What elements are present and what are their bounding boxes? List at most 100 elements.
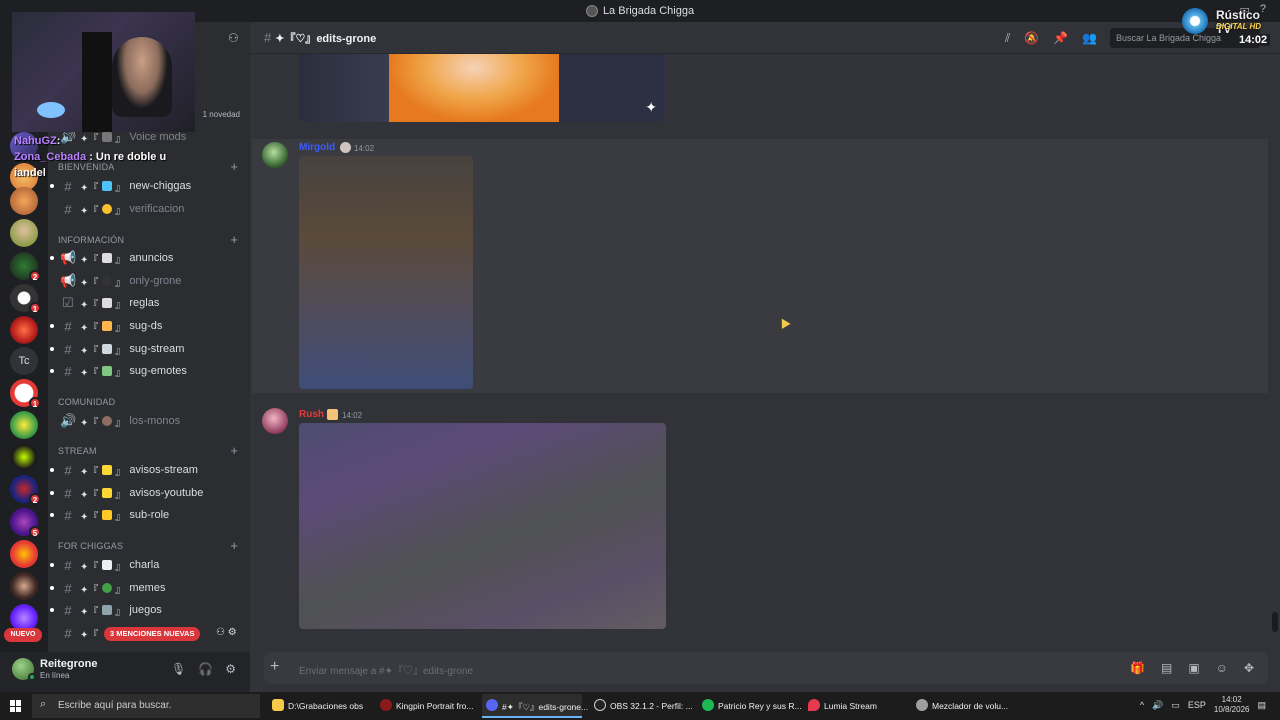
invite-icon[interactable]: ⚇: [216, 627, 225, 638]
scrollbar-thumb[interactable]: [1272, 612, 1278, 632]
add-channel-plus-icon[interactable]: +: [230, 538, 238, 553]
megaphone-icon: 📢: [60, 273, 77, 288]
server-item[interactable]: [10, 443, 38, 471]
channel-sub-role[interactable]: # ✦『 』 sub-role: [50, 505, 246, 525]
video-embed[interactable]: ✦: [299, 54, 665, 122]
gif-icon[interactable]: ▤: [1161, 661, 1172, 675]
network-icon[interactable]: ▭: [1171, 700, 1180, 711]
user-name[interactable]: Reitegrone: [40, 658, 97, 670]
channel-only-grone[interactable]: 📢 ✦『 』 only-grone: [56, 271, 246, 291]
logo-time: 14:02: [1236, 34, 1271, 46]
apps-icon[interactable]: ✥: [1244, 661, 1254, 675]
add-channel-plus-icon[interactable]: +: [230, 232, 238, 247]
category-for-chiggas[interactable]: FOR CHIGGAS: [58, 541, 123, 551]
server-item[interactable]: 2: [10, 252, 41, 282]
unread-dot: [50, 608, 54, 612]
taskbar-item-explorer[interactable]: D:\Grabaciones obs: [268, 694, 363, 718]
taskbar-item-label: OBS 32.1.2 - Perfil: ...: [610, 701, 693, 711]
category-comunidad[interactable]: COMUNIDAD: [58, 397, 115, 407]
sticker-icon[interactable]: ▣: [1188, 661, 1199, 675]
server-item-tc[interactable]: Tc: [10, 347, 38, 375]
channel-sug-ds[interactable]: # ✦『 』 sug-ds: [50, 316, 246, 336]
channel-verificacion[interactable]: # ✦『 』 verificacion: [56, 199, 246, 219]
message-image[interactable]: [299, 423, 666, 629]
chevron-up-icon[interactable]: ^: [1140, 700, 1144, 710]
add-attachment-icon[interactable]: +: [270, 658, 279, 676]
member-list-icon[interactable]: 👥: [1082, 31, 1097, 46]
taskbar-item-mixer[interactable]: Mezclador de volu...: [912, 694, 1008, 718]
channel-label: sug-ds: [129, 320, 163, 332]
server-item[interactable]: [10, 187, 38, 215]
message-image[interactable]: [299, 156, 473, 389]
language-indicator[interactable]: ESP: [1188, 700, 1206, 710]
notifications-icon[interactable]: ▤: [1257, 700, 1266, 711]
server-item[interactable]: [10, 572, 38, 600]
spotify-icon: [702, 699, 714, 711]
server-item[interactable]: 2: [10, 475, 41, 505]
channel-label: juegos: [129, 604, 162, 616]
channel-emoji-icon: [102, 344, 113, 354]
headphones-icon[interactable]: 🎧: [198, 662, 213, 676]
server-icon: [585, 5, 598, 17]
channel-avisos-youtube[interactable]: # ✦『 』 avisos-youtube: [50, 483, 246, 503]
volume-icon[interactable]: 🔊: [1152, 700, 1163, 711]
channel-deco: 』: [115, 561, 126, 573]
server-item[interactable]: [10, 219, 38, 247]
category-label: FOR CHIGGAS: [58, 541, 124, 551]
taskbar-clock[interactable]: 14:02 10/8/2026: [1214, 695, 1250, 715]
sparkle-icon: ✦: [645, 99, 657, 115]
category-label: INFORMACIÓN: [58, 235, 125, 245]
microphone-icon[interactable]: 🎙: [171, 662, 186, 676]
channel-los-monos[interactable]: 🔊 ✦『 』 los-monos: [56, 411, 246, 431]
category-stream[interactable]: STREAM: [58, 446, 97, 456]
windows-start-icon[interactable]: [10, 700, 22, 712]
channel-memes[interactable]: # ✦『 』 memes: [50, 578, 246, 598]
server-badge: 2: [29, 270, 41, 282]
message-input[interactable]: Enviar mensaje a #✦『♡』edits-grone: [299, 662, 473, 677]
pin-icon[interactable]: 📌: [1053, 31, 1068, 46]
mute-bell-icon[interactable]: 🔕: [1024, 31, 1039, 46]
channel-reglas[interactable]: ☑ ✦『 』 reglas: [56, 293, 246, 313]
emoji-icon[interactable]: ☺: [1216, 661, 1228, 675]
message-timestamp: 14:02: [342, 411, 363, 420]
channel-juegos[interactable]: # ✦『 』 juegos: [50, 600, 246, 620]
gear-icon[interactable]: ⚙: [228, 627, 237, 638]
category-informacion[interactable]: INFORMACIÓN: [58, 235, 124, 245]
channel-anuncios[interactable]: 📢 ✦『 』 anuncios: [50, 248, 246, 268]
taskbar-item-obs[interactable]: OBS 32.1.2 - Perfil: ...: [590, 694, 693, 718]
avatar[interactable]: [262, 408, 288, 434]
taskbar-item-lumia[interactable]: Lumia Stream: [804, 694, 877, 718]
message-author[interactable]: Rush: [299, 409, 324, 420]
add-channel-plus-icon[interactable]: +: [230, 443, 238, 458]
add-user-icon[interactable]: ⚇: [228, 31, 242, 45]
channel-emoji-icon: [102, 560, 113, 570]
server-item[interactable]: 1: [10, 379, 41, 409]
message-author[interactable]: Mirgold: [299, 142, 335, 153]
settings-gear-icon[interactable]: ⚙: [225, 662, 236, 676]
taskbar-search[interactable]: ⌕ Escribe aquí para buscar.: [32, 694, 260, 718]
channel-sug-stream[interactable]: # ✦『 』 sug-stream: [50, 339, 246, 359]
server-item[interactable]: [10, 316, 38, 344]
hash-icon: #: [64, 580, 72, 596]
server-item[interactable]: 1: [10, 284, 41, 314]
channel-sug-emotes[interactable]: # ✦『 』 sug-emotes: [50, 361, 246, 381]
taskbar-item-spotify[interactable]: Patricio Rey y sus R...: [698, 694, 802, 718]
add-channel-plus-icon[interactable]: +: [230, 159, 238, 174]
taskbar-item-discord[interactable]: #✦『♡』edits-grone...: [482, 694, 588, 718]
hash-icon: #: [64, 341, 72, 357]
server-item[interactable]: 5: [10, 508, 41, 538]
channel-charla[interactable]: # ✦『 』 charla: [50, 555, 246, 575]
nuevo-pill[interactable]: NUEVO: [4, 628, 42, 642]
server-item[interactable]: [10, 411, 38, 439]
channel-emoji-icon: [102, 465, 113, 475]
channel-deco: 』: [115, 205, 126, 217]
server-item[interactable]: [10, 540, 38, 568]
channel-avisos-stream[interactable]: # ✦『 』 avisos-stream: [50, 460, 246, 480]
server-tc-label: Tc: [18, 355, 30, 367]
gift-icon[interactable]: 🎁: [1130, 661, 1145, 675]
taskbar-item-kingpin[interactable]: Kingpin Portrait fro...: [376, 694, 473, 718]
mentions-pill[interactable]: 3 MENCIONES NUEVAS: [104, 627, 201, 641]
avatar[interactable]: [262, 142, 288, 168]
channel-emoji-icon: [102, 366, 113, 376]
threads-icon[interactable]: ⫽: [1005, 31, 1010, 46]
